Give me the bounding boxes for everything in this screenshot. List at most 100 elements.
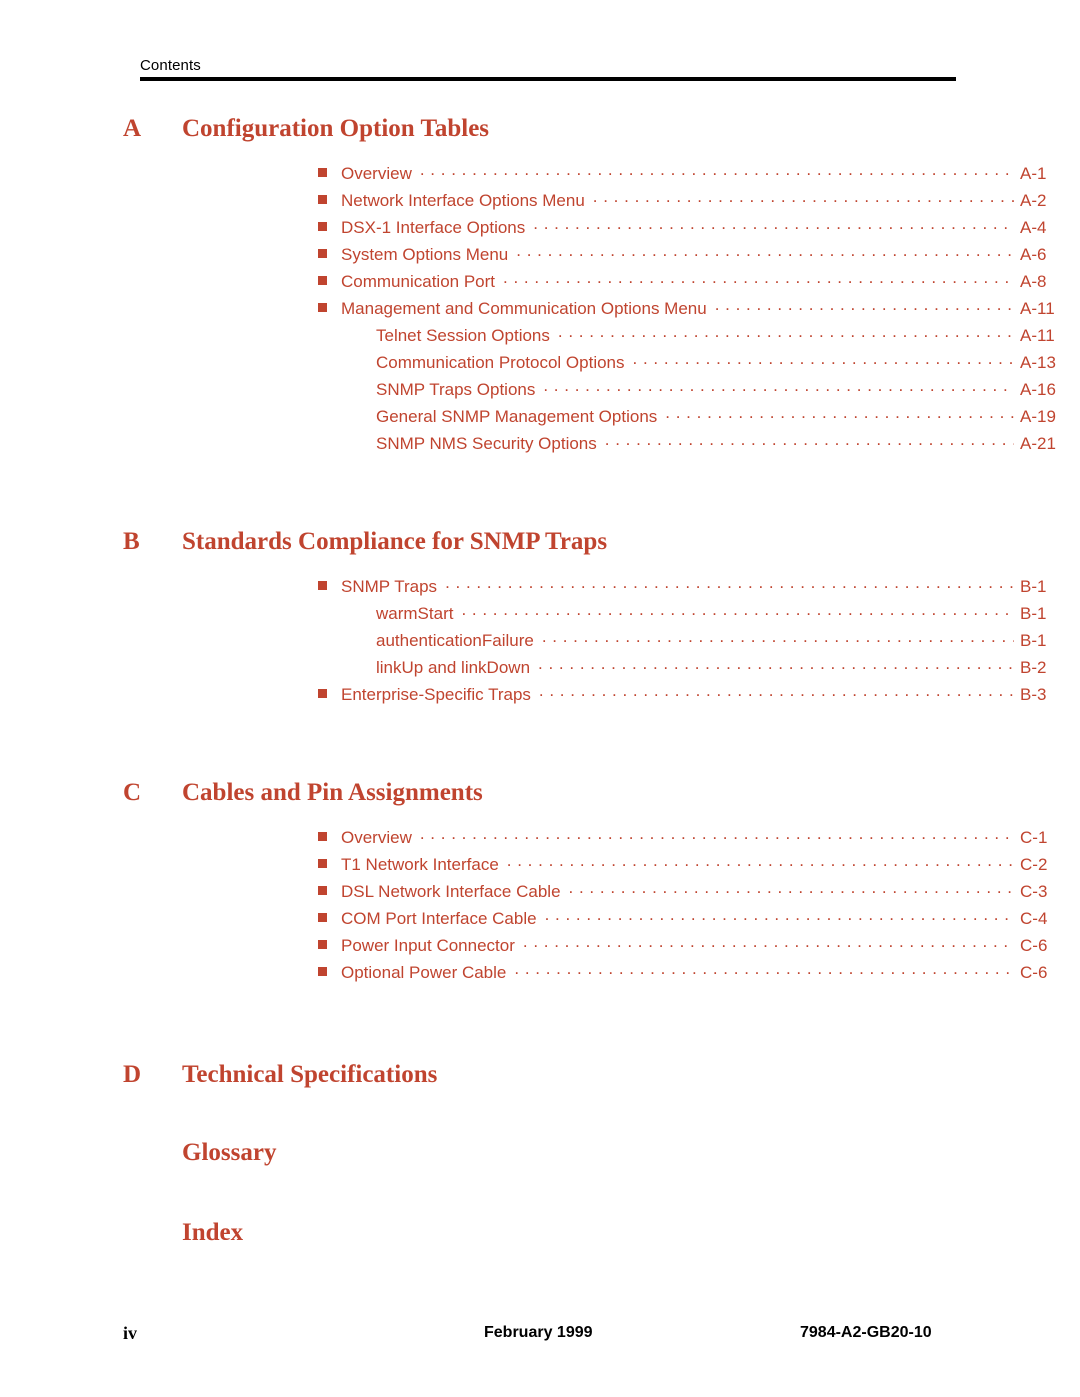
toc-entry[interactable]: COM Port Interface Cable C-4 xyxy=(0,907,1080,934)
toc-entry[interactable]: Overview C-1 xyxy=(0,826,1080,853)
toc-entry[interactable]: Management and Communication Options Men… xyxy=(0,297,1080,324)
chapter-heading[interactable]: Index xyxy=(0,1216,1080,1252)
toc-entry[interactable]: T1 Network Interface C-2 xyxy=(0,853,1080,880)
square-bullet-icon xyxy=(318,249,327,258)
toc-entry[interactable]: Network Interface Options Menu A-2 xyxy=(0,189,1080,216)
dot-leader xyxy=(507,853,1014,870)
toc-entry[interactable]: DSL Network Interface Cable C-3 xyxy=(0,880,1080,907)
square-bullet-icon xyxy=(318,168,327,177)
dot-leader xyxy=(503,270,1014,287)
dot-leader xyxy=(514,961,1014,978)
running-head: Contents xyxy=(140,57,201,74)
chapter-heading[interactable]: A Configuration Option Tables xyxy=(0,112,1080,148)
toc-entry-page-number: A-1 xyxy=(1020,164,1047,183)
page-header: Contents xyxy=(140,56,956,81)
dot-leader xyxy=(542,629,1014,646)
toc-entry[interactable]: Communication Protocol Options A-13 xyxy=(0,351,1080,378)
toc-entry[interactable]: Power Input Connector C-6 xyxy=(0,934,1080,961)
chapter-title: Cables and Pin Assignments xyxy=(182,779,483,806)
toc-entry[interactable]: SNMP Traps B-1 xyxy=(0,575,1080,602)
chapter-title: Standards Compliance for SNMP Traps xyxy=(182,528,608,555)
toc-entry[interactable]: Enterprise-Specific Traps B-3 xyxy=(0,683,1080,710)
heading-spacer xyxy=(0,812,1080,826)
toc-entry-page-number: C-3 xyxy=(1020,882,1048,901)
toc-entry-page-number: A-11 xyxy=(1020,299,1055,318)
header-rule xyxy=(140,77,956,81)
toc-entry-page-number: B-3 xyxy=(1020,685,1047,704)
toc-entry-label: SNMP Traps Options xyxy=(376,380,536,399)
toc-entry-label: Optional Power Cable xyxy=(341,963,507,982)
chapter-letter: B xyxy=(123,528,140,555)
square-bullet-icon xyxy=(318,832,327,841)
chapter-heading[interactable]: D Technical Specifications xyxy=(0,1058,1080,1094)
toc-entry-page-number: B-2 xyxy=(1020,658,1047,677)
chapter-letter: C xyxy=(123,779,142,806)
dot-leader xyxy=(569,880,1014,897)
dot-leader xyxy=(516,243,1014,260)
toc-entry[interactable]: General SNMP Management Options A-19 xyxy=(0,405,1080,432)
chapter-letter: D xyxy=(123,1061,142,1088)
chapter-title: Glossary xyxy=(182,1139,277,1166)
chapter-heading[interactable]: B Standards Compliance for SNMP Traps xyxy=(0,525,1080,561)
toc-entry[interactable]: DSX-1 Interface Options A-4 xyxy=(0,216,1080,243)
dot-leader xyxy=(539,683,1014,700)
chapter-title: Index xyxy=(182,1219,244,1246)
toc-entry-page-number: C-6 xyxy=(1020,936,1048,955)
chapter-title: Technical Specifications xyxy=(182,1061,438,1088)
square-bullet-icon xyxy=(318,859,327,868)
toc-entry[interactable]: System Options Menu A-6 xyxy=(0,243,1080,270)
toc-entry-page-number: B-1 xyxy=(1020,631,1047,650)
toc-entry-page-number: A-8 xyxy=(1020,272,1047,291)
toc-entry[interactable]: warmStart B-1 xyxy=(0,602,1080,629)
toc-entry[interactable]: SNMP NMS Security Options A-21 xyxy=(0,432,1080,459)
toc-entry-label: Overview xyxy=(341,164,412,183)
dot-leader xyxy=(593,189,1014,206)
dot-leader xyxy=(533,216,1014,233)
toc-entry-page-number: A-2 xyxy=(1020,191,1047,210)
toc-entry-page-number: A-6 xyxy=(1020,245,1047,264)
toc-list: Overview A-1 Network Interface Options Men… xyxy=(0,162,1080,459)
toc-entry-page-number: A-16 xyxy=(1020,380,1056,399)
toc-entry-page-number: A-4 xyxy=(1020,218,1047,237)
toc-entry-page-number: A-19 xyxy=(1020,407,1056,426)
toc-entry[interactable]: Communication Port A-8 xyxy=(0,270,1080,297)
toc-entry-page-number: B-1 xyxy=(1020,577,1047,596)
toc-entry-label: COM Port Interface Cable xyxy=(341,909,537,928)
toc-entry[interactable]: SNMP Traps Options A-16 xyxy=(0,378,1080,405)
square-bullet-icon xyxy=(318,195,327,204)
toc-list: SNMP TrapsB-1warmStartB-1authenticationF… xyxy=(0,575,1080,710)
toc-entry[interactable]: authenticationFailure B-1 xyxy=(0,629,1080,656)
toc-entry-page-number: A-21 xyxy=(1020,434,1056,453)
toc-entry-page-number: B-1 xyxy=(1020,604,1047,623)
toc-entry[interactable]: Overview A-1 xyxy=(0,162,1080,189)
dot-leader xyxy=(445,575,1014,592)
footer-page-number: iv xyxy=(123,1323,138,1343)
footer-document-number: 7984-A2-GB20-10 xyxy=(800,1324,932,1341)
toc-entry-page-number: C-6 xyxy=(1020,963,1048,982)
chapter-heading[interactable]: C Cables and Pin Assignments xyxy=(0,776,1080,812)
square-bullet-icon xyxy=(318,276,327,285)
chapter-heading[interactable]: Glossary xyxy=(0,1136,1080,1172)
toc-entry-label: Network Interface Options Menu xyxy=(341,191,585,210)
toc-entry-page-number: C-2 xyxy=(1020,855,1048,874)
toc-entry[interactable]: Optional Power Cable C-6 xyxy=(0,961,1080,988)
toc-entry-label: linkUp and linkDown xyxy=(376,658,531,677)
toc-entry[interactable]: linkUp and linkDown B-2 xyxy=(0,656,1080,683)
toc-entry-label: DSL Network Interface Cable xyxy=(341,882,561,901)
toc-entry-label: DSX-1 Interface Options xyxy=(341,218,526,237)
toc-entry-page-number: A-11 xyxy=(1020,326,1055,345)
toc-entry-label: authenticationFailure xyxy=(376,631,534,650)
toc-entry-label: Communication Protocol Options xyxy=(376,353,625,372)
dot-leader xyxy=(715,297,1014,314)
chapter-letter: A xyxy=(123,115,142,142)
toc-entry-label: Communication Port xyxy=(341,272,496,291)
toc-entry-label: Telnet Session Options xyxy=(376,326,550,345)
toc-entry[interactable]: Telnet Session Options A-11 xyxy=(0,324,1080,351)
heading-spacer xyxy=(0,561,1080,575)
toc-entry-label: Enterprise-Specific Traps xyxy=(341,685,531,704)
dot-leader xyxy=(420,162,1014,179)
square-bullet-icon xyxy=(318,303,327,312)
table-of-contents: A Configuration Option Tables Overview A-1 N… xyxy=(0,112,1080,1252)
